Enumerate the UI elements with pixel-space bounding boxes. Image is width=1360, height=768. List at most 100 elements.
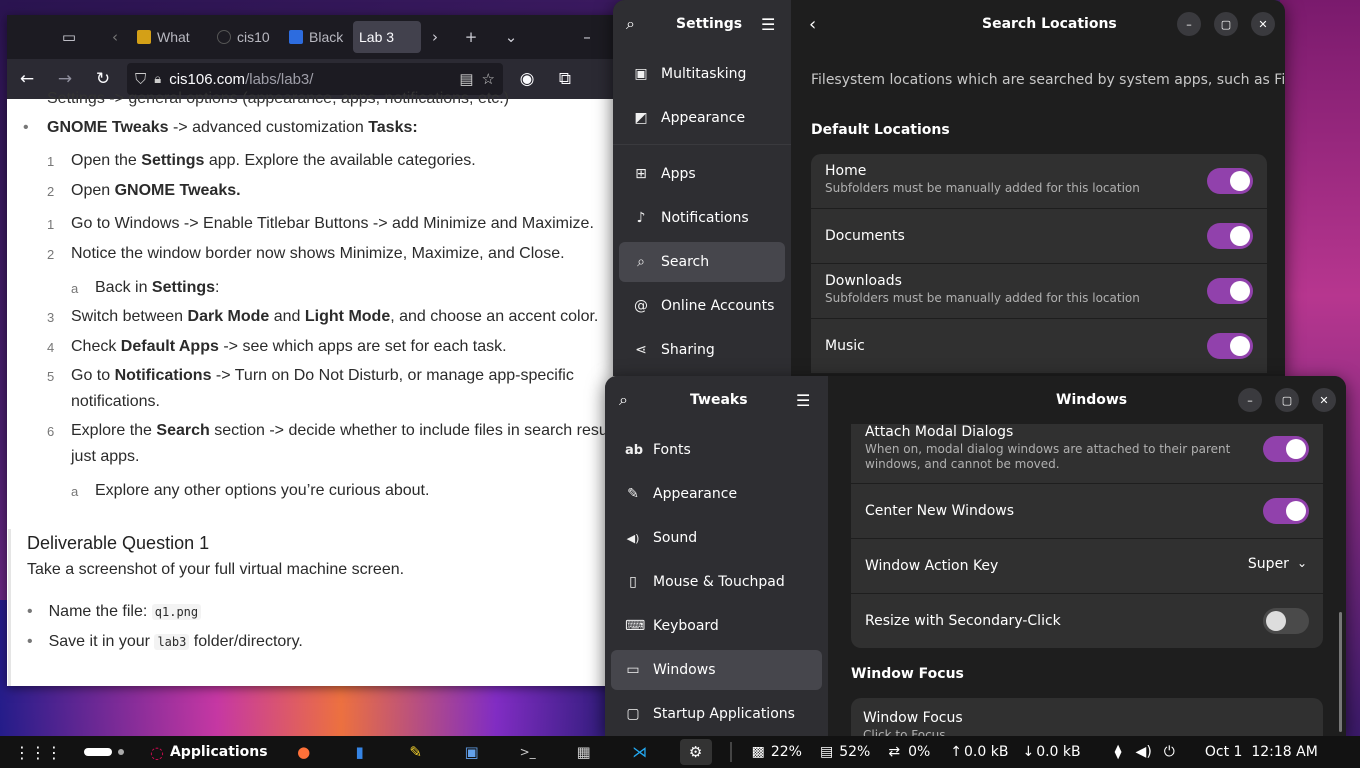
row-subtitle: Subfolders must be manually added for th… [825,291,1140,305]
row-subtitle: Subfolders must be manually added for th… [825,181,1140,195]
reader-view-icon[interactable]: ▤ [459,70,473,88]
windows-settings-list: Attach Modal Dialogs When on, modal dial… [851,424,1323,648]
volume-icon[interactable]: ◀) [1136,744,1152,760]
row-title: Attach Modal Dialogs [865,424,1014,440]
bookmark-star-icon[interactable]: ☆ [482,70,495,88]
firefox-icon[interactable]: ● [288,739,320,765]
resize-secondary-toggle[interactable] [1263,608,1309,634]
debian-swirl-icon: ◌ [150,742,164,762]
description: Filesystem locations which are searched … [811,72,1285,88]
chevron-down-icon[interactable]: ⌄ [499,25,523,49]
center-windows-toggle[interactable] [1263,498,1309,524]
row-title: Home [825,163,867,179]
vscode-icon[interactable]: ⋊ [624,739,656,765]
files-icon[interactable]: ▮ [344,739,376,765]
extensions-icon[interactable]: ⧉ [551,65,579,93]
sidebar-item-appearance[interactable]: ◩ Appearance [619,98,785,138]
minimize-icon[interactable]: – [575,25,599,49]
row-center-new-windows[interactable]: Center New Windows [851,484,1323,538]
tab-list-icon[interactable]: ▭ [57,25,81,49]
sidebar-item-sharing[interactable]: ⋖ Sharing [619,330,785,370]
sidebar-item-apps[interactable]: ⊞ Apps [619,154,785,194]
scroll-left-icon[interactable]: ‹ [103,25,127,49]
applications-menu[interactable]: ◌ Applications [150,743,268,762]
reload-icon[interactable]: ↻ [89,65,117,93]
minimize-button[interactable]: – [1238,388,1262,412]
tab-label: Black [309,29,344,45]
sidebar-item-search[interactable]: ⌕ Search [619,242,785,282]
location-row-downloads[interactable]: Downloads Subfolders must be manually ad… [811,264,1267,318]
search-icon[interactable]: ⌕ [619,390,628,410]
swap-indicator[interactable]: ⇄ 0% [888,744,930,760]
home-toggle[interactable] [1207,168,1253,194]
clock[interactable]: Oct 1 12:18 AM [1205,744,1318,760]
net-down-indicator[interactable]: ↓ 0.0 kB [1022,744,1080,760]
scroll-right-icon[interactable]: › [423,25,447,49]
location-row-documents[interactable]: Documents [811,209,1267,263]
account-icon[interactable]: ◉ [513,65,541,93]
tab-lab3[interactable]: Lab 3 [353,21,421,53]
row-resize-secondary-click[interactable]: Resize with Secondary-Click [851,594,1323,648]
sidebar-item-online-accounts[interactable]: @ Online Accounts [619,286,785,326]
network-icon[interactable]: ⧫ [1115,744,1122,760]
sidebar-item-fonts[interactable]: ab Fonts [611,430,822,470]
window-manager-icon[interactable]: ▦ [568,739,600,765]
apps-grid-icon: ⊞ [635,166,647,182]
tab-black[interactable]: Black [283,21,353,53]
sidebar-item-appearance[interactable]: ✎ Appearance [611,474,822,514]
memory-icon: ▤ [819,744,834,760]
deliverable-title: Deliverable Question 1 [27,533,210,553]
documents-toggle[interactable] [1207,223,1253,249]
tab-whatsapp[interactable]: What [131,21,199,53]
close-button[interactable]: ✕ [1312,388,1336,412]
memory-indicator[interactable]: ▤ 52% [820,744,870,760]
close-button[interactable]: ✕ [1251,12,1275,36]
tweaks-title: Tweaks [690,392,748,408]
maximize-button[interactable]: ▢ [1214,12,1238,36]
terminal-icon[interactable]: >_ [512,739,544,765]
sidebar-item-keyboard[interactable]: ⌨ Keyboard [611,606,822,646]
multitasking-icon: ▣ [634,66,648,82]
net-up-indicator[interactable]: ↑ 0.0 kB [950,744,1008,760]
app-grid-icon[interactable]: ⋮⋮⋮ [14,743,62,762]
new-tab-icon[interactable]: + [459,25,483,49]
workspace-indicator[interactable] [84,748,124,756]
sidebar-item-notifications[interactable]: ♪ Notifications [619,198,785,238]
sidebar-item-mouse-touchpad[interactable]: ▯ Mouse & Touchpad [611,562,822,602]
power-icon[interactable]: ⏻ [1164,744,1175,760]
sidebar-item-startup-applications[interactable]: ▢ Startup Applications [611,694,822,734]
hamburger-menu-icon[interactable]: ☰ [761,15,775,34]
minimize-button[interactable]: – [1177,12,1201,36]
list-item: • Name the file: q1.png [27,603,202,621]
row-title: Downloads [825,273,902,289]
settings-gear-icon[interactable]: ⚙ [679,739,712,765]
action-key-dropdown[interactable]: Super ⌄ [1248,556,1307,572]
music-toggle[interactable] [1207,333,1253,359]
sidebar-item-sound[interactable]: ◀) Sound [611,518,822,558]
text-editor-icon[interactable]: ✎ [400,739,432,765]
search-icon[interactable]: ⌕ [626,14,635,34]
window-focus-row[interactable]: Window Focus Click to Focus [851,698,1323,736]
arrow-down-icon: ↓ [1022,744,1035,760]
location-row-music[interactable]: Music [811,319,1267,373]
downloads-toggle[interactable] [1207,278,1253,304]
back-icon[interactable]: ‹ [809,14,816,35]
sidebar-item-multitasking[interactable]: ▣ Multitasking [619,54,785,94]
cpu-indicator[interactable]: ▩ 22% [752,744,802,760]
scrollbar[interactable] [1339,612,1342,732]
location-row-home[interactable]: Home Subfolders must be manually added f… [811,154,1267,208]
tab-cis10[interactable]: cis10 [211,21,275,53]
list-item: 5 Go to Notifications -> Turn on Do Not D… [47,367,574,384]
row-window-action-key[interactable]: Window Action Key Super ⌄ [851,539,1323,593]
fonts-icon: ab [625,442,644,458]
screenshot-icon[interactable]: ▣ [456,739,488,765]
row-attach-modal-dialogs[interactable]: Attach Modal Dialogs When on, modal dial… [851,424,1323,483]
attach-modal-toggle[interactable] [1263,436,1309,462]
forward-icon[interactable]: → [51,65,79,93]
maximize-button[interactable]: ▢ [1275,388,1299,412]
back-icon[interactable]: ← [13,65,41,93]
sidebar-divider [613,144,791,145]
settings-sidebar: ⌕ Settings ☰ ▣ Multitasking ◩ Appearance ⊞… [613,0,791,376]
sidebar-item-windows[interactable]: ▭ Windows [611,650,822,690]
hamburger-menu-icon[interactable]: ☰ [796,391,810,410]
